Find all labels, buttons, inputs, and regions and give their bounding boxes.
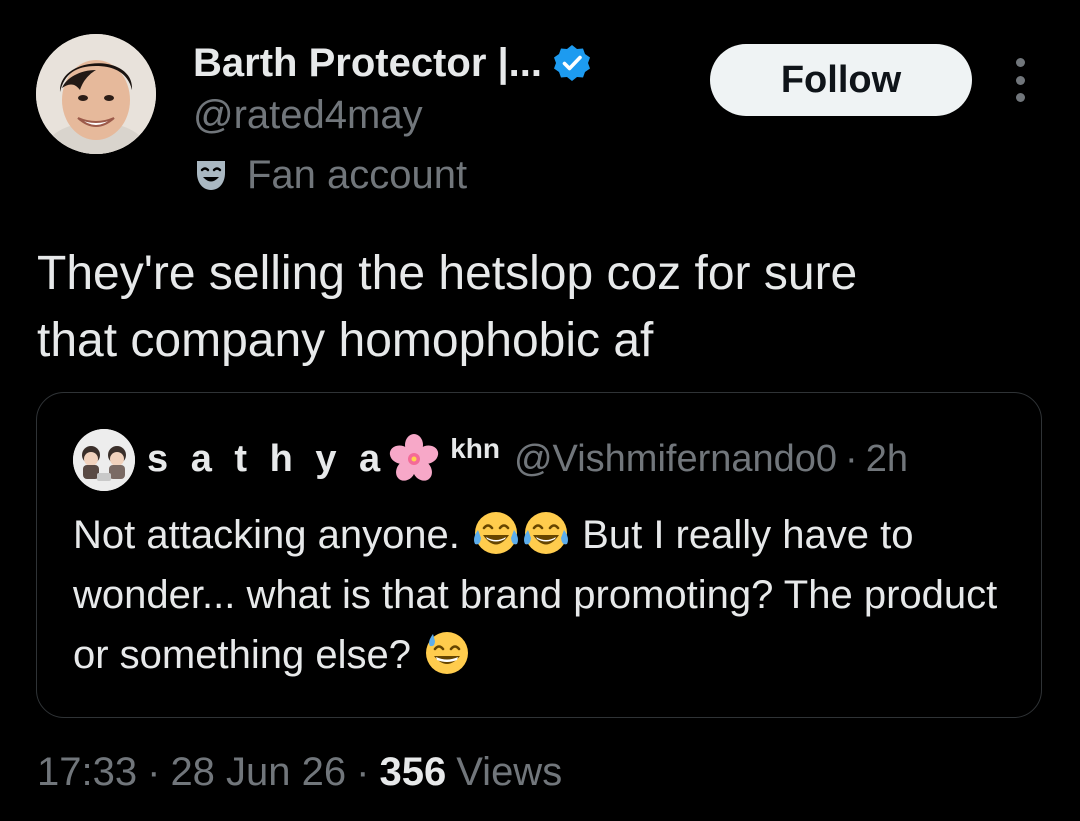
quoted-tweet-text: Not attacking anyone. But I really have … (73, 505, 1003, 685)
author-avatar[interactable] (36, 34, 156, 154)
tweet-date[interactable]: 28 Jun 26 (170, 750, 346, 795)
quoted-author-avatar[interactable] (73, 429, 135, 491)
more-dot (1015, 75, 1025, 85)
tweet-time[interactable]: 17:33 (37, 750, 137, 795)
views-label: Views (456, 749, 563, 794)
author-name-row: Barth Protector |... (193, 38, 592, 88)
author-display-name[interactable]: Barth Protector |... (193, 41, 542, 86)
quoted-author-handle[interactable]: @Vishmifernando0 (514, 438, 837, 481)
follow-button[interactable]: Follow (710, 44, 972, 116)
tweet-text: They're selling the hetslop coz for sure… (37, 247, 858, 367)
quoted-tweet-header: s a t h y a khn @Vishmifernando0 · 2h (147, 431, 908, 487)
cherry-blossom-icon (390, 434, 439, 481)
tears-of-joy-emoji-icon (524, 512, 569, 554)
more-dot (1015, 93, 1025, 102)
quoted-text-part1: Not attacking anyone. (73, 513, 460, 557)
quoted-author-name-suffix: khn (450, 433, 500, 464)
verified-badge-icon[interactable] (552, 43, 592, 83)
more-options-icon[interactable] (1004, 58, 1036, 102)
tweet-meta: 17:33 · 28 Jun 26 · 356 Views (37, 744, 562, 800)
views-count[interactable]: 356 (379, 750, 446, 795)
author-handle[interactable]: @rated4may (193, 93, 423, 138)
quoted-author-name[interactable]: s a t h y a (147, 438, 386, 481)
affiliation-label: Fan account (193, 151, 467, 199)
theater-masks-icon (197, 161, 225, 190)
quoted-timestamp[interactable]: 2h (866, 438, 908, 481)
quoted-tweet[interactable]: s a t h y a khn @Vishmifernando0 · 2h No… (36, 392, 1042, 718)
grinning-sweat-emoji-icon (426, 632, 469, 674)
meta-separator: · (147, 749, 161, 794)
meta-separator: · (356, 749, 370, 794)
quoted-separator: · (845, 437, 858, 480)
affiliation-label-text: Fan account (247, 152, 468, 197)
more-dot (1015, 58, 1025, 67)
tears-of-joy-emoji-icon (474, 512, 519, 554)
